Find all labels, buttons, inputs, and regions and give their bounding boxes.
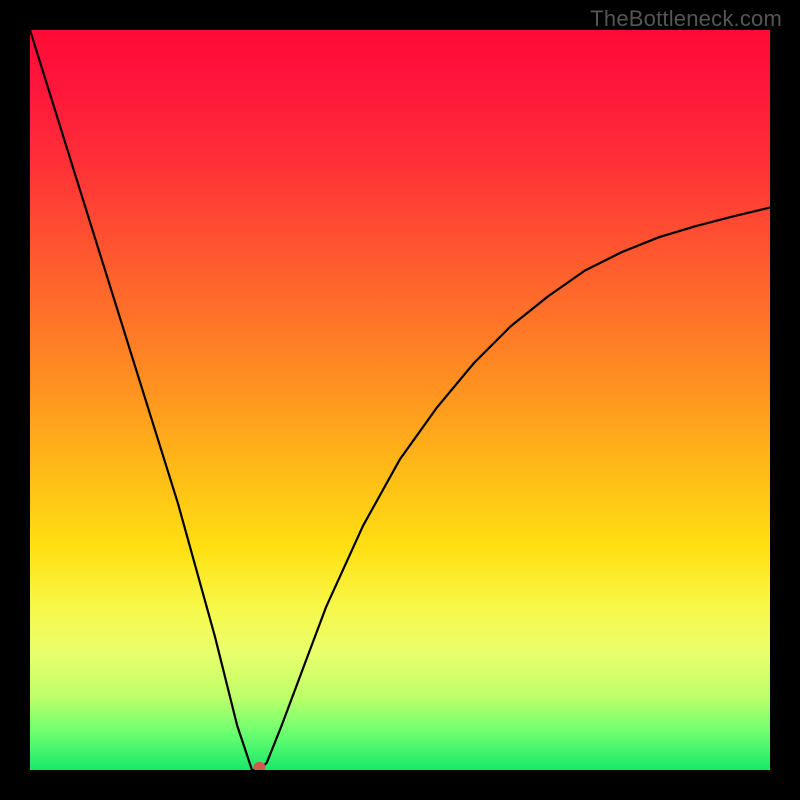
chart-stage: TheBottleneck.com [0,0,800,800]
optimal-marker [30,30,770,770]
plot-area [30,30,770,770]
watermark-text: TheBottleneck.com [590,6,782,32]
